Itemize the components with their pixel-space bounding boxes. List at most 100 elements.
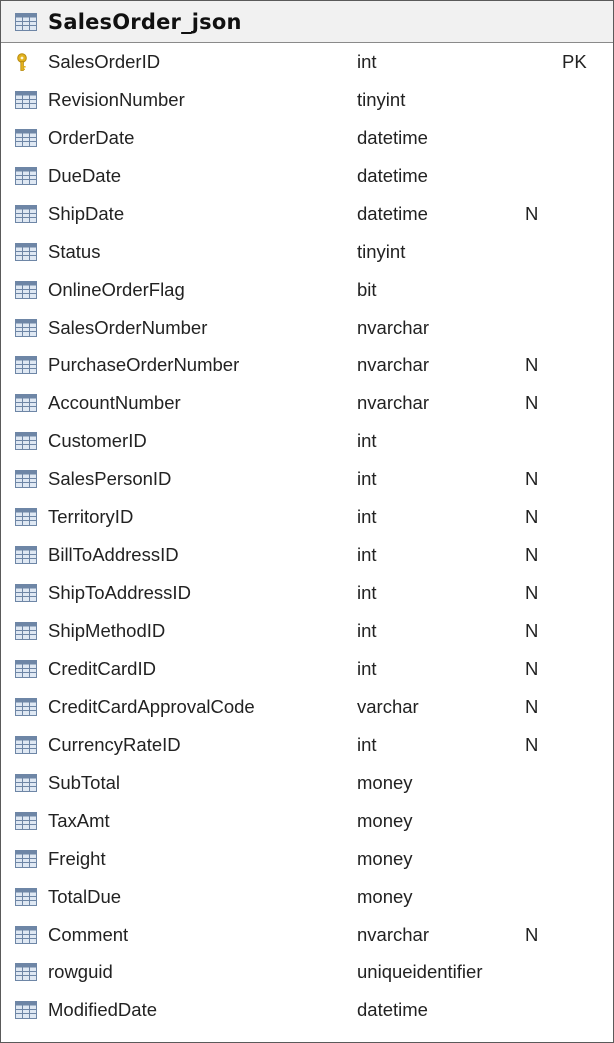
column-name: RevisionNumber [48,88,185,110]
column-nullable: N [525,354,539,376]
table-entity[interactable]: SalesOrder_json SalesOrderID int PK Revisio… [0,0,614,1043]
column-row[interactable]: Comment nvarchar N [1,916,613,954]
column-row[interactable]: AccountNumber nvarchar N [1,384,613,422]
key-icon [15,53,37,71]
column-row[interactable]: TerritoryID int N [1,498,613,536]
column-row[interactable]: SubTotal money [1,764,613,802]
column-list: SalesOrderID int PK RevisionNumber tinyint Or… [1,43,613,1029]
column-type: bit [357,278,377,300]
column-type: nvarchar [357,923,429,945]
column-icon [15,887,37,906]
column-row[interactable]: TotalDue money [1,878,613,916]
column-type: int [357,506,377,528]
column-name: CustomerID [48,430,147,452]
column-type: nvarchar [357,316,429,338]
column-name: CreditCardApprovalCode [48,695,255,717]
column-name: SalesPersonID [48,468,172,490]
column-icon [15,735,37,754]
column-row[interactable]: RevisionNumber tinyint [1,81,613,119]
column-icon [15,280,37,299]
column-nullable: N [525,506,539,528]
column-row[interactable]: Freight money [1,840,613,878]
column-icon [15,166,37,185]
column-row[interactable]: SalesPersonID int N [1,460,613,498]
column-row[interactable]: ShipDate datetime N [1,195,613,233]
column-icon [15,963,37,982]
column-name: ShipToAddressID [48,582,191,604]
column-icon [15,432,37,451]
column-type: int [357,582,377,604]
column-icon [15,394,37,413]
column-nullable: N [525,695,539,717]
column-type: money [357,847,413,869]
table-title: SalesOrder_json [48,9,242,34]
column-icon [15,849,37,868]
column-name: Status [48,240,101,262]
table-header[interactable]: SalesOrder_json [1,1,613,43]
column-icon [15,773,37,792]
column-icon [15,659,37,678]
column-type: nvarchar [357,354,429,376]
column-name: PurchaseOrderNumber [48,354,240,376]
column-row[interactable]: BillToAddressID int N [1,536,613,574]
column-row[interactable]: ModifiedDate datetime [1,991,613,1029]
column-nullable: N [525,657,539,679]
column-row[interactable]: CurrencyRateID int N [1,726,613,764]
column-name: ShipMethodID [48,620,166,642]
column-nullable: N [525,202,539,224]
column-type: datetime [357,999,428,1021]
column-icon [15,697,37,716]
column-row[interactable]: ShipToAddressID int N [1,574,613,612]
column-type: money [357,809,413,831]
column-type: int [357,657,377,679]
column-type: int [357,430,377,452]
column-type: datetime [357,164,428,186]
column-icon [15,546,37,565]
column-nullable: N [525,544,539,566]
column-row[interactable]: DueDate datetime [1,157,613,195]
column-icon [15,508,37,527]
column-type: int [357,620,377,642]
column-row[interactable]: OnlineOrderFlag bit [1,271,613,309]
column-row[interactable]: CreditCardApprovalCode varchar N [1,688,613,726]
column-icon [15,90,37,109]
column-name: Comment [48,923,129,945]
column-row[interactable]: PurchaseOrderNumber nvarchar N [1,347,613,385]
column-row[interactable]: OrderDate datetime [1,119,613,157]
column-icon [15,584,37,603]
column-type: datetime [357,202,428,224]
column-row[interactable]: ShipMethodID int N [1,612,613,650]
column-row[interactable]: CustomerID int [1,422,613,460]
column-name: rowguid [48,961,113,983]
column-nullable: N [525,733,539,755]
column-name: DueDate [48,164,122,186]
column-name: TaxAmt [48,809,110,831]
column-nullable: N [525,620,539,642]
column-nullable: N [525,582,539,604]
column-icon [15,356,37,375]
column-type: int [357,468,377,490]
column-name: CreditCardID [48,657,156,679]
column-name: ModifiedDate [48,999,158,1021]
column-row[interactable]: TaxAmt money [1,802,613,840]
column-name: OnlineOrderFlag [48,278,185,300]
column-icon [15,128,37,147]
column-icon [15,811,37,830]
column-icon [15,622,37,641]
column-name: CurrencyRateID [48,733,181,755]
column-row[interactable]: SalesOrderID int PK [1,43,613,81]
column-key: PK [562,50,587,72]
column-nullable: N [525,923,539,945]
column-row[interactable]: rowguid uniqueidentifier [1,954,613,992]
column-icon [15,1001,37,1020]
column-row[interactable]: Status tinyint [1,233,613,271]
column-name: OrderDate [48,126,135,148]
column-row[interactable]: CreditCardID int N [1,650,613,688]
column-icon [15,242,37,261]
column-name: BillToAddressID [48,544,179,566]
column-type: tinyint [357,88,406,110]
column-icon [15,925,37,944]
column-type: int [357,544,377,566]
column-name: SubTotal [48,771,120,793]
column-row[interactable]: SalesOrderNumber nvarchar [1,309,613,347]
